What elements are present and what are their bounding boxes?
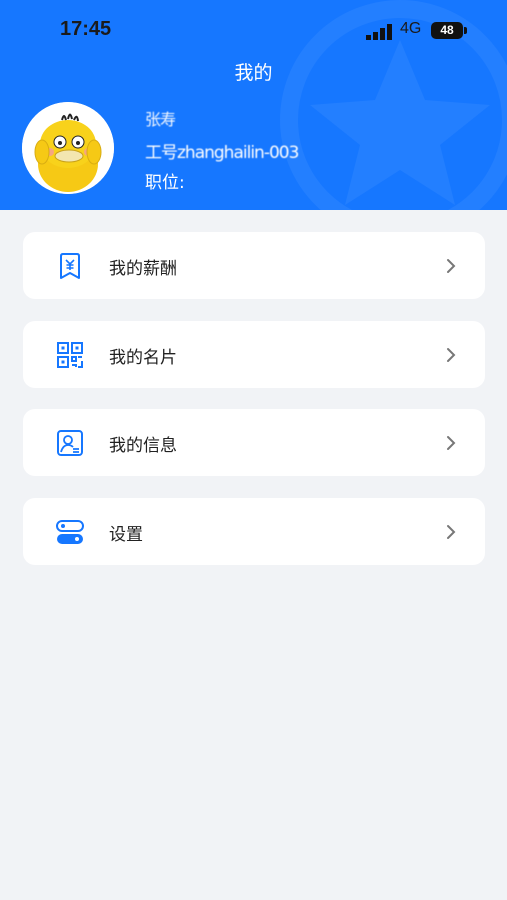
status-time: 17:45 [60, 18, 112, 40]
chevron-right-icon [447, 525, 456, 539]
qr-code-icon [57, 342, 83, 368]
page-title: 我的 [234, 62, 273, 84]
chevron-right-icon [447, 259, 456, 273]
network-type: 4G [400, 20, 422, 37]
duck-avatar-icon [22, 102, 114, 194]
avatar[interactable] [22, 102, 114, 194]
user-position-label: 职位: [145, 173, 185, 193]
signal-strength-icon [366, 24, 392, 40]
menu-item-settings[interactable]: 设置 [23, 498, 485, 565]
chevron-right-icon [447, 348, 456, 362]
user-name: 张寿 [145, 110, 176, 129]
profile-header: 17:45 4G 48 我的 张寿 工号zhanghailin-003 职位: [0, 0, 507, 210]
menu-item-salary[interactable]: 我的薪酬 [23, 232, 485, 299]
battery-tip [464, 27, 467, 34]
menu-item-my-info[interactable]: 我的信息 [23, 409, 485, 476]
menu-item-label: 我的薪酬 [109, 259, 177, 279]
chevron-right-icon [447, 436, 456, 450]
profile-card-icon [57, 430, 83, 456]
user-employee-id: 工号zhanghailin-003 [145, 143, 299, 163]
menu-item-label: 我的信息 [109, 436, 177, 456]
menu-item-business-card[interactable]: 我的名片 [23, 321, 485, 388]
battery-icon: 48 [431, 22, 463, 39]
salary-icon [60, 253, 80, 279]
settings-toggle-icon [56, 520, 84, 544]
status-bar: 17:45 4G 48 [0, 0, 507, 60]
menu-item-label: 设置 [109, 525, 143, 545]
menu-item-label: 我的名片 [109, 348, 177, 368]
